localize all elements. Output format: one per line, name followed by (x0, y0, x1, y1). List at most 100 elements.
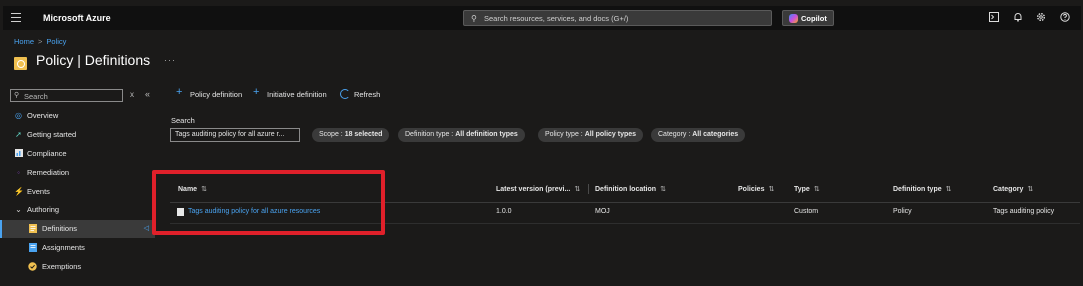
sidebar-item-label: Overview (27, 111, 59, 120)
filter-value: All definition types (455, 131, 518, 138)
refresh-button[interactable]: Refresh (340, 89, 385, 101)
scope-filter[interactable]: Scope : 18 selected (312, 128, 390, 142)
sidebar-item-label: Compliance (27, 149, 67, 158)
exemption-icon (28, 262, 37, 271)
sidebar-item-getting-started[interactable]: ➚ Getting started (0, 126, 155, 144)
search-icon: ⚲ (14, 92, 20, 99)
sort-icon: ⇅ (1027, 186, 1034, 193)
overview-icon: ◎ (15, 111, 22, 120)
collapse-sidebar-button[interactable]: « (145, 89, 150, 99)
column-header-policies[interactable]: Policies ⇅ (738, 185, 774, 193)
definition-type-filter[interactable]: Definition type : All definition types (398, 128, 525, 142)
sidebar-item-authoring[interactable]: ⌄ Authoring (0, 201, 155, 219)
rocket-icon: ➚ (15, 130, 22, 139)
document-icon (28, 224, 37, 233)
column-header-type[interactable]: Type ⇅ (794, 185, 820, 193)
sort-icon: ⇅ (768, 186, 775, 193)
cell-category: Tags auditing policy (993, 208, 1055, 215)
definitions-search-input[interactable]: Tags auditing policy for all azure r... (170, 128, 300, 142)
sort-icon: ⇅ (945, 186, 952, 193)
sidebar-item-label: Remediation (27, 168, 70, 177)
column-header-definition-location[interactable]: Definition location ⇅ (595, 185, 666, 193)
page-title: Policy | Definitions (36, 52, 151, 68)
filter-key: Scope : (319, 131, 345, 138)
breadcrumb-policy[interactable]: Policy (46, 37, 66, 46)
clear-search-button[interactable]: x (130, 90, 134, 99)
sidebar-item-label: Getting started (27, 130, 77, 139)
copilot-icon (789, 14, 798, 23)
sidebar-item-label: Exemptions (42, 262, 82, 271)
bell-icon[interactable] (1012, 12, 1024, 24)
filter-key: Definition type : (405, 131, 456, 138)
menu-icon[interactable] (11, 13, 21, 22)
header-divider (170, 202, 1080, 203)
copilot-button[interactable]: Copilot (782, 10, 834, 26)
gear-icon[interactable] (1035, 12, 1047, 24)
cell-version: 1.0.0 (496, 208, 512, 215)
initiative-definition-label: Initiative definition (267, 90, 327, 99)
refresh-label: Refresh (354, 90, 381, 99)
row-divider (170, 223, 1080, 224)
sidebar-item-remediation[interactable]: ◦ Remediation (0, 164, 155, 182)
plus-icon: + (253, 86, 260, 98)
sidebar-item-overview[interactable]: ◎ Overview (0, 107, 155, 125)
sidebar-item-label: Assignments (42, 243, 85, 252)
assignment-icon (28, 243, 37, 252)
compliance-icon (14, 149, 23, 158)
column-header-category[interactable]: Category ⇅ (993, 185, 1033, 193)
breadcrumb: Home > Policy (14, 37, 66, 46)
pin-icon: ◁ (143, 225, 149, 232)
chevron-down-icon: ⌄ (15, 205, 22, 214)
policy-name-link[interactable]: Tags auditing policy for all azure resou… (188, 208, 320, 215)
cell-definition-type: Policy (893, 208, 912, 215)
initiative-definition-button[interactable]: + Initiative definition (253, 86, 335, 101)
filter-key: Policy type : (545, 131, 585, 138)
sidebar-item-assignments[interactable]: Assignments (0, 239, 155, 257)
column-label: Name (178, 186, 198, 193)
help-icon[interactable] (1059, 12, 1071, 24)
top-bar-inner: Microsoft Azure ⚲ Search resources, serv… (3, 6, 1081, 30)
breadcrumb-home[interactable]: Home (14, 37, 34, 46)
cell-definition-location: MOJ (595, 208, 610, 215)
policy-type-filter[interactable]: Policy type : All policy types (538, 128, 644, 142)
copilot-label: Copilot (801, 14, 827, 23)
column-header-latest-version[interactable]: Latest version (previ... ⇅ (496, 185, 580, 193)
sidebar-item-exemptions[interactable]: Exemptions (0, 258, 155, 276)
sidebar-item-label: Events (27, 187, 50, 196)
sidebar-item-definitions[interactable]: Definitions ◁ (0, 220, 155, 238)
sort-icon: ⇅ (574, 186, 581, 193)
filter-value: 18 selected (344, 131, 383, 138)
column-label: Category (993, 186, 1024, 193)
sort-icon: ⇅ (813, 186, 820, 193)
remediation-icon: ◦ (17, 168, 20, 177)
breadcrumb-separator: > (38, 37, 43, 46)
filter-value: All categories (692, 131, 739, 138)
top-bar: Microsoft Azure ⚲ Search resources, serv… (0, 0, 1083, 33)
policy-icon (14, 57, 27, 70)
column-header-definition-type[interactable]: Definition type ⇅ (893, 185, 952, 193)
column-divider[interactable] (588, 184, 589, 194)
category-filter[interactable]: Category : All categories (651, 128, 746, 142)
cell-type: Custom (794, 208, 819, 215)
terminal-icon[interactable] (988, 12, 1000, 24)
global-search-input[interactable]: ⚲ Search resources, services, and docs (… (463, 10, 772, 26)
plus-icon: + (176, 86, 183, 98)
global-search-placeholder: Search resources, services, and docs (G+… (484, 14, 629, 23)
refresh-icon (340, 89, 350, 99)
column-label: Latest version (previ... (496, 186, 571, 193)
more-options-button[interactable]: ··· (164, 55, 176, 65)
sidebar-item-events[interactable]: ⚡ Events (0, 183, 155, 201)
policy-definition-label: Policy definition (190, 90, 243, 99)
policy-definition-button[interactable]: + Policy definition (176, 86, 248, 101)
sort-icon: ⇅ (660, 186, 666, 193)
sidebar-item-label: Definitions (42, 224, 78, 233)
sidebar-search-input[interactable] (24, 91, 119, 101)
column-header-name[interactable]: Name ⇅ (178, 185, 207, 193)
filter-value: All policy types (584, 131, 637, 138)
lightning-icon: ⚡ (14, 187, 24, 196)
sidebar-search[interactable]: ⚲ (10, 89, 123, 102)
brand-name[interactable]: Microsoft Azure (43, 13, 111, 23)
sidebar-item-compliance[interactable]: Compliance (0, 145, 155, 163)
column-label: Definition location (595, 186, 657, 193)
column-label: Type (794, 186, 810, 193)
